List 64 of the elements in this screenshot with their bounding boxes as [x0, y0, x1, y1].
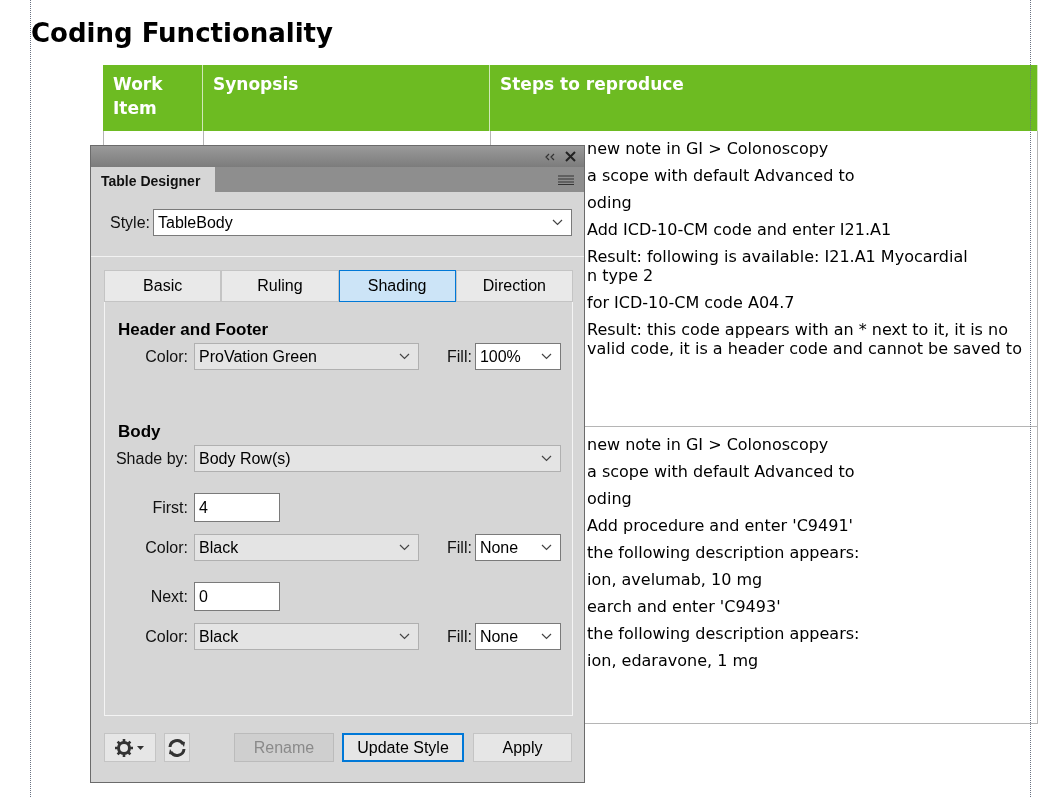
dropdown[interactable]: Black	[194, 623, 419, 650]
chevron-down-icon	[540, 633, 552, 640]
field-label: Fill:	[447, 537, 472, 558]
field-label: Next:	[150, 586, 188, 607]
field-label: Color:	[145, 626, 188, 647]
field-label: First:	[152, 497, 188, 518]
dropdown[interactable]: Black	[194, 534, 419, 561]
step-text: earch and enter 'C9493'	[587, 597, 781, 616]
text-input[interactable]: 4	[194, 493, 280, 522]
section-heading: Header and Footer	[118, 320, 269, 340]
tab[interactable]: Shading	[338, 270, 456, 302]
tab[interactable]: Basic	[104, 270, 222, 302]
dropdown[interactable]: TableBody	[153, 209, 572, 236]
close-icon[interactable]	[565, 151, 576, 162]
field-label: Color:	[145, 537, 188, 558]
dropdown[interactable]: ProVation Green	[194, 343, 419, 370]
dialog-button[interactable]: Update Style	[342, 733, 464, 762]
settings-button[interactable]	[104, 733, 156, 762]
field-label: Color:	[145, 346, 188, 367]
refresh-icon	[167, 737, 187, 758]
step-text: oding	[587, 193, 632, 212]
chevron-down-icon	[541, 455, 552, 462]
page-heading: Coding Functionality	[31, 17, 333, 50]
chevron-down-icon	[552, 219, 563, 226]
chevron-down-icon	[399, 633, 410, 640]
step-text: Add ICD-10-CM code and enter I21.A1	[587, 220, 892, 239]
chevron-down-icon	[540, 544, 552, 551]
tab[interactable]: Ruling	[221, 270, 339, 302]
dialog-button[interactable]: Apply	[473, 733, 572, 762]
menu-icon[interactable]	[558, 174, 574, 185]
step-text: new note in GI > Colonoscopy	[587, 435, 829, 454]
field-label: Fill:	[447, 346, 472, 367]
chevron-down-icon	[540, 353, 552, 360]
text-input[interactable]: 0	[194, 582, 280, 611]
step-text: the following description appears:	[587, 543, 860, 562]
section-heading: Body	[118, 422, 161, 442]
field-label: Fill:	[447, 626, 472, 647]
column-header: Work Item	[113, 73, 164, 120]
refresh-button[interactable]	[164, 733, 190, 762]
collapse-icon[interactable]	[545, 152, 555, 161]
panel-tab[interactable]: Table Designer	[91, 167, 215, 192]
step-text: the following description appears:	[587, 624, 860, 643]
step-text: ion, avelumab, 10 mg	[587, 570, 763, 589]
tab[interactable]: Direction	[455, 270, 573, 302]
field-label: Shade by:	[115, 448, 188, 469]
step-text: ion, edaravone, 1 mg	[587, 651, 759, 670]
step-text: Result: following is available: I21.A1 Myocardial n type 2	[587, 247, 968, 285]
step-text: oding	[587, 489, 632, 508]
step-text: a scope with default Advanced to	[587, 166, 855, 185]
dropdown[interactable]: None	[474, 534, 561, 561]
step-text: Add procedure and enter 'C9491'	[587, 516, 853, 535]
chevron-down-icon	[399, 544, 410, 551]
dropdown[interactable]: 100%	[474, 343, 561, 370]
step-text: a scope with default Advanced to	[587, 462, 855, 481]
field-label: Style:	[110, 212, 150, 233]
column-header: Synopsis	[213, 73, 299, 96]
settings-icon	[115, 738, 145, 757]
dropdown[interactable]: Body Row(s)	[194, 445, 561, 472]
chevron-down-icon	[399, 353, 410, 360]
column-header: Steps to reproduce	[500, 73, 684, 96]
step-text: Result: this code appears with an * next to it, it is no valid code, it is a header code and cannot be saved to	[587, 320, 1022, 358]
step-text: new note in GI > Colonoscopy	[587, 139, 829, 158]
dropdown[interactable]: None	[474, 623, 561, 650]
step-text: for ICD-10-CM code A04.7	[587, 293, 795, 312]
